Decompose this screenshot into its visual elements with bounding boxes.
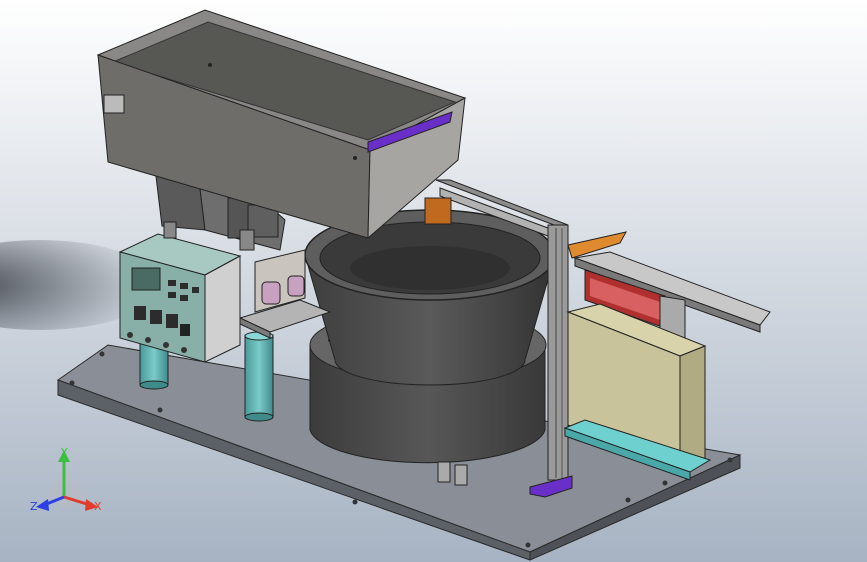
rubber-damper bbox=[261, 281, 281, 305]
cad-viewport[interactable]: Y X Z bbox=[0, 0, 867, 562]
display-screen bbox=[131, 267, 161, 291]
hopper-bracket bbox=[103, 94, 125, 114]
rubber-damper bbox=[287, 275, 305, 297]
vibratory-bowl[interactable] bbox=[304, 209, 556, 386]
x-axis-label: X bbox=[94, 500, 102, 513]
cad-model-scene: Y X Z bbox=[0, 0, 867, 562]
z-axis-label: Z bbox=[30, 500, 38, 513]
power-switch bbox=[180, 324, 190, 336]
photo-sensor bbox=[424, 197, 452, 225]
y-axis-label: Y bbox=[60, 446, 68, 459]
